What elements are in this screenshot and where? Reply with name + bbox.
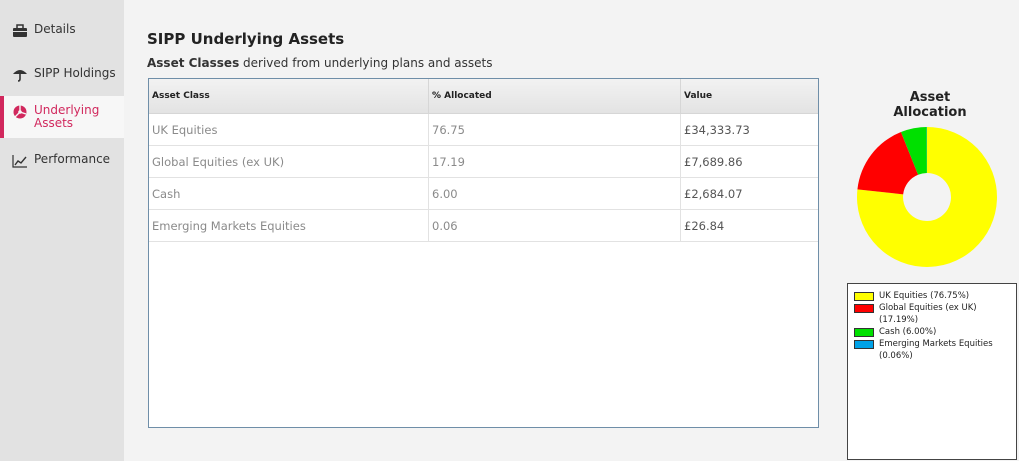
column-header-allocated[interactable]: % Allocated <box>428 79 681 114</box>
sidebar-item-underlying-assets[interactable]: Underlying Assets <box>0 96 124 138</box>
legend-swatch <box>854 328 874 337</box>
table-header-row: Asset Class % Allocated Value <box>149 79 818 114</box>
value-cell: £26.84 <box>680 209 818 242</box>
sidebar: Details SIPP Holdings Underlying Assets … <box>0 0 124 461</box>
table-row[interactable]: UK Equities 76.75 £34,333.73 <box>149 113 818 146</box>
line-chart-icon <box>12 154 28 168</box>
legend-label: UK Equities (76.75%) <box>879 291 970 301</box>
legend-item-cash: Cash (6.00%) <box>854 326 1012 338</box>
asset-class-cell: Global Equities (ex UK) <box>149 145 429 178</box>
asset-class-cell: Emerging Markets Equities <box>149 209 429 242</box>
sidebar-item-details[interactable]: Details <box>0 22 124 52</box>
briefcase-icon <box>12 24 28 38</box>
allocated-cell: 17.19 <box>428 145 681 178</box>
sidebar-item-label: Details <box>34 22 76 36</box>
allocated-cell: 76.75 <box>428 113 681 146</box>
allocated-cell: 0.06 <box>428 209 681 242</box>
chart-title: Asset Allocation <box>893 90 967 120</box>
legend-item-emerging-markets: Emerging Markets Equities (0.06%) <box>854 338 1012 362</box>
subtitle-text: derived from underlying plans and assets <box>239 56 493 70</box>
legend-label: Emerging Markets Equities (0.06%) <box>879 339 993 361</box>
umbrella-icon <box>12 68 28 82</box>
sidebar-item-label: SIPP Holdings <box>34 66 116 80</box>
pie-chart-icon <box>12 105 28 119</box>
page-title: SIPP Underlying Assets <box>147 30 345 48</box>
asset-class-cell: UK Equities <box>149 113 429 146</box>
legend-label: Cash (6.00%) <box>879 327 937 337</box>
sidebar-item-label: Performance <box>34 152 111 166</box>
asset-allocation-donut-chart <box>857 127 997 267</box>
table-row[interactable]: Emerging Markets Equities 0.06 £26.84 <box>149 209 818 242</box>
sidebar-item-label: Underlying Assets <box>34 103 100 130</box>
value-cell: £34,333.73 <box>680 113 818 146</box>
value-cell: £7,689.86 <box>680 145 818 178</box>
legend-swatch <box>854 304 874 313</box>
legend-label: Global Equities (ex UK) (17.19%) <box>879 303 977 325</box>
sidebar-item-sipp-holdings[interactable]: SIPP Holdings <box>0 66 124 96</box>
asset-class-cell: Cash <box>149 177 429 210</box>
legend-swatch <box>854 340 874 349</box>
allocated-cell: 6.00 <box>428 177 681 210</box>
page-subtitle: Asset Classes derived from underlying pl… <box>147 56 492 70</box>
table-row[interactable]: Global Equities (ex UK) 17.19 £7,689.86 <box>149 145 818 178</box>
value-cell: £2,684.07 <box>680 177 818 210</box>
chart-legend: UK Equities (76.75%) Global Equities (ex… <box>847 283 1017 460</box>
column-header-value[interactable]: Value <box>680 79 818 114</box>
legend-swatch <box>854 292 874 301</box>
legend-item-uk-equities: UK Equities (76.75%) <box>854 290 1012 302</box>
column-header-asset-class[interactable]: Asset Class <box>149 79 429 114</box>
legend-item-global-equities: Global Equities (ex UK) (17.19%) <box>854 302 1012 326</box>
subtitle-emphasis: Asset Classes <box>147 56 240 70</box>
asset-class-table: Asset Class % Allocated Value UK Equitie… <box>148 78 819 428</box>
sidebar-item-performance[interactable]: Performance <box>0 152 124 182</box>
table-row[interactable]: Cash 6.00 £2,684.07 <box>149 177 818 210</box>
